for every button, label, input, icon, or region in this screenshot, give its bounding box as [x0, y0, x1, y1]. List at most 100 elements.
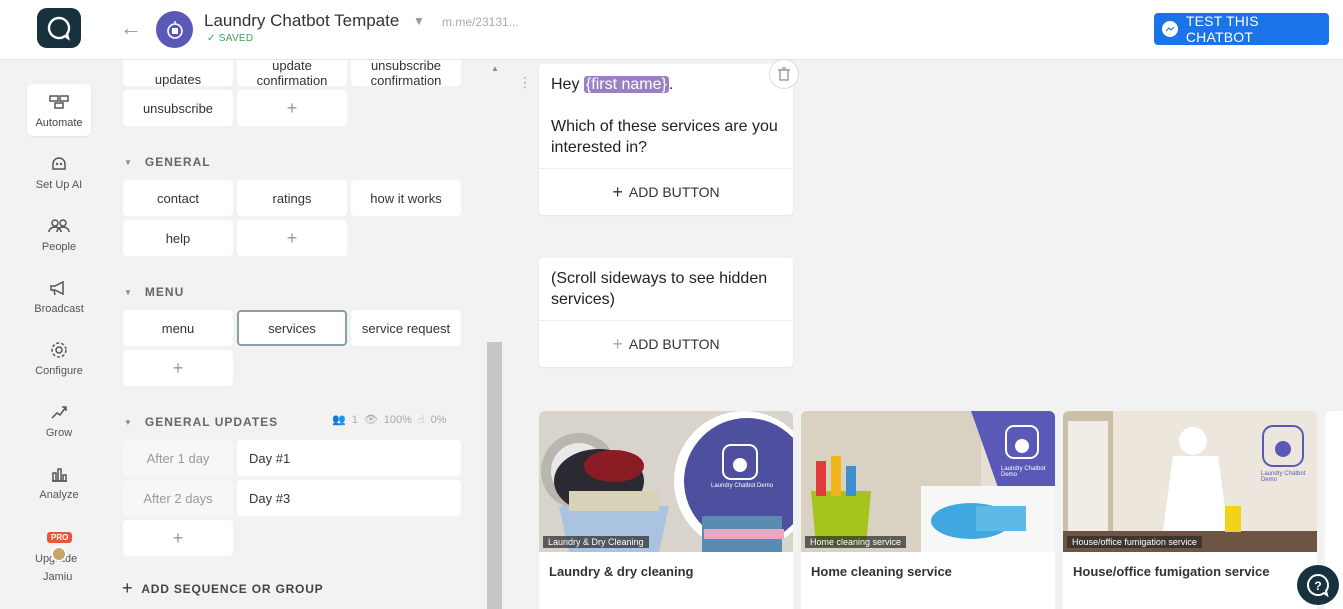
grow-icon [48, 402, 70, 422]
add-sequence-or-group-button[interactable]: + ADD SEQUENCE OR GROUP [122, 578, 323, 599]
saved-status: ✓ SAVED [207, 33, 253, 44]
message-text[interactable]: (Scroll sideways to see hidden services) [539, 258, 793, 320]
subscribers-count: 1 [351, 413, 358, 426]
sequence-delay[interactable]: After 1 day [123, 440, 233, 476]
greeting-text: Hey [551, 76, 584, 93]
keywords-panel: updates update confirmation unsubscribe … [110, 60, 487, 609]
nav-automate[interactable]: Automate [27, 84, 91, 136]
people-icon [48, 216, 70, 236]
user-avatar[interactable] [51, 546, 67, 562]
nav-label: Analyze [39, 489, 79, 501]
keyword-services[interactable]: services [237, 310, 347, 346]
laundry-image[interactable]: Laundry Chatbot Demo Laundry & Dry Clean… [539, 411, 793, 552]
drag-handle-icon[interactable]: ⋮ [518, 74, 532, 98]
plus-icon: + [612, 333, 623, 354]
add-keyword-button[interactable]: + [237, 90, 347, 126]
first-name-variable[interactable]: {first name} [583, 76, 669, 93]
card-title[interactable]: Laundry & dry cleaning [539, 552, 793, 591]
add-keyword-button[interactable]: + [237, 220, 347, 256]
sequence-message[interactable]: Day #1 [237, 440, 461, 476]
add-sequence-label: ADD SEQUENCE OR GROUP [141, 581, 324, 596]
nav-configure[interactable]: Configure [27, 332, 91, 384]
add-button-label: ADD BUTTON [628, 336, 720, 352]
brand-text: Laundry Chatbot Demo [1261, 471, 1306, 483]
keyword-service-request[interactable]: service request [351, 310, 461, 346]
message-text[interactable]: Hey {first name}. Which of these service… [539, 64, 793, 168]
megaphone-icon [48, 278, 70, 298]
message-card-scroll-hint[interactable]: (Scroll sideways to see hidden services)… [539, 258, 793, 367]
keyword-ratings[interactable]: ratings [237, 180, 347, 216]
bot-title[interactable]: Laundry Chatbot Tempate [204, 11, 399, 31]
messenger-icon [1162, 21, 1178, 37]
nav-people[interactable]: People [27, 208, 91, 260]
user-name[interactable]: Jamiu [43, 571, 72, 583]
fumigation-image[interactable]: Laundry Chatbot Demo House/office fumiga… [1063, 411, 1317, 552]
nav-label: Automate [35, 117, 83, 129]
automate-icon [48, 92, 70, 112]
plus-icon: + [612, 181, 623, 202]
chevron-down-icon[interactable]: ▼ [413, 14, 425, 28]
card-title[interactable]: House/office fumigation service [1063, 552, 1317, 591]
gear-icon [48, 340, 70, 360]
scroll-up-arrow-icon[interactable]: ▲ [491, 64, 499, 73]
eye-icon: 👁 [363, 414, 378, 426]
section-title: GENERAL UPDATES [144, 415, 279, 429]
keyword-contact[interactable]: contact [123, 180, 233, 216]
gallery-card[interactable]: Laundry Chatbot Demo Home cleaning servi… [801, 411, 1055, 609]
sequence-delay[interactable]: After 2 days [123, 480, 233, 516]
open-rate: 100% [383, 413, 412, 426]
section-general-header[interactable]: ▼ GENERAL [124, 155, 211, 169]
add-keyword-button[interactable]: + [123, 350, 233, 386]
saved-label: SAVED [218, 33, 254, 44]
keyword-update-confirmation[interactable]: update confirmation [237, 60, 347, 88]
home-cleaning-image[interactable]: Laundry Chatbot Demo Home cleaning servi… [801, 411, 1055, 552]
image-caption: Home cleaning service [805, 536, 907, 548]
ai-icon [48, 154, 70, 174]
left-navigation: Automate Set Up AI People Broadcast Conf… [0, 60, 110, 609]
plus-icon: + [122, 578, 134, 598]
caret-down-icon: ▼ [124, 157, 133, 167]
gallery-card[interactable]: Laundry Chatbot Demo Laundry & Dry Clean… [539, 411, 793, 609]
nav-label: Configure [35, 365, 83, 377]
keyword-unsubscribe-confirmation[interactable]: unsubscribe confirmation [351, 60, 461, 88]
message-card-greeting[interactable]: Hey {first name}. Which of these service… [539, 64, 793, 215]
help-chat-icon[interactable]: ? [1297, 565, 1339, 605]
question-text: Which of these services are you interest… [551, 118, 778, 156]
keyword-menu[interactable]: menu [123, 310, 233, 346]
section-title: MENU [144, 285, 185, 299]
nav-broadcast[interactable]: Broadcast [27, 270, 91, 322]
section-menu-header[interactable]: ▼ MENU [124, 285, 184, 299]
nav-grow[interactable]: Grow [27, 394, 91, 446]
keyword-help[interactable]: help [123, 220, 233, 256]
nav-label: Grow [45, 427, 73, 439]
bot-link[interactable]: m.me/23131... [442, 15, 519, 29]
manychat-logo-icon[interactable] [37, 8, 81, 48]
trash-icon[interactable] [769, 59, 799, 89]
keyword-how-it-works[interactable]: how it works [351, 180, 461, 216]
add-sequence-step-button[interactable]: + [123, 520, 233, 556]
bot-avatar[interactable] [156, 11, 193, 48]
panel-scrollbar-thumb[interactable] [487, 342, 502, 609]
add-button[interactable]: + ADD BUTTON [539, 168, 793, 215]
keyword-unsubscribe[interactable]: unsubscribe [123, 90, 233, 126]
check-icon: ✓ [207, 33, 219, 44]
back-arrow-icon[interactable]: ← [120, 17, 142, 39]
add-button[interactable]: + ADD BUTTON [539, 320, 793, 367]
gallery-card[interactable]: Laundry Chatbot Demo House/office fumiga… [1063, 411, 1317, 609]
nav-analyze[interactable]: Analyze [27, 456, 91, 508]
subscribers-icon: 👥 [332, 414, 346, 426]
card-title[interactable]: Home cleaning service [801, 552, 1055, 591]
caret-down-icon: ▼ [124, 287, 133, 297]
svg-text:?: ? [1314, 579, 1321, 593]
section-general-updates-header[interactable]: ▼ GENERAL UPDATES [124, 415, 278, 429]
brand-text: Laundry Chatbot Demo [1001, 466, 1046, 478]
nav-setup-ai[interactable]: Set Up AI [27, 146, 91, 198]
greeting-end: . [668, 76, 674, 93]
click-icon: ☝ [417, 414, 425, 426]
nav-label: Broadcast [34, 303, 84, 315]
image-caption: House/office fumigation service [1067, 536, 1202, 548]
test-chatbot-button[interactable]: TEST THIS CHATBOT [1154, 13, 1329, 45]
sequence-message[interactable]: Day #3 [237, 480, 461, 516]
caret-down-icon: ▼ [124, 417, 133, 427]
keyword-updates[interactable]: updates [123, 60, 233, 87]
